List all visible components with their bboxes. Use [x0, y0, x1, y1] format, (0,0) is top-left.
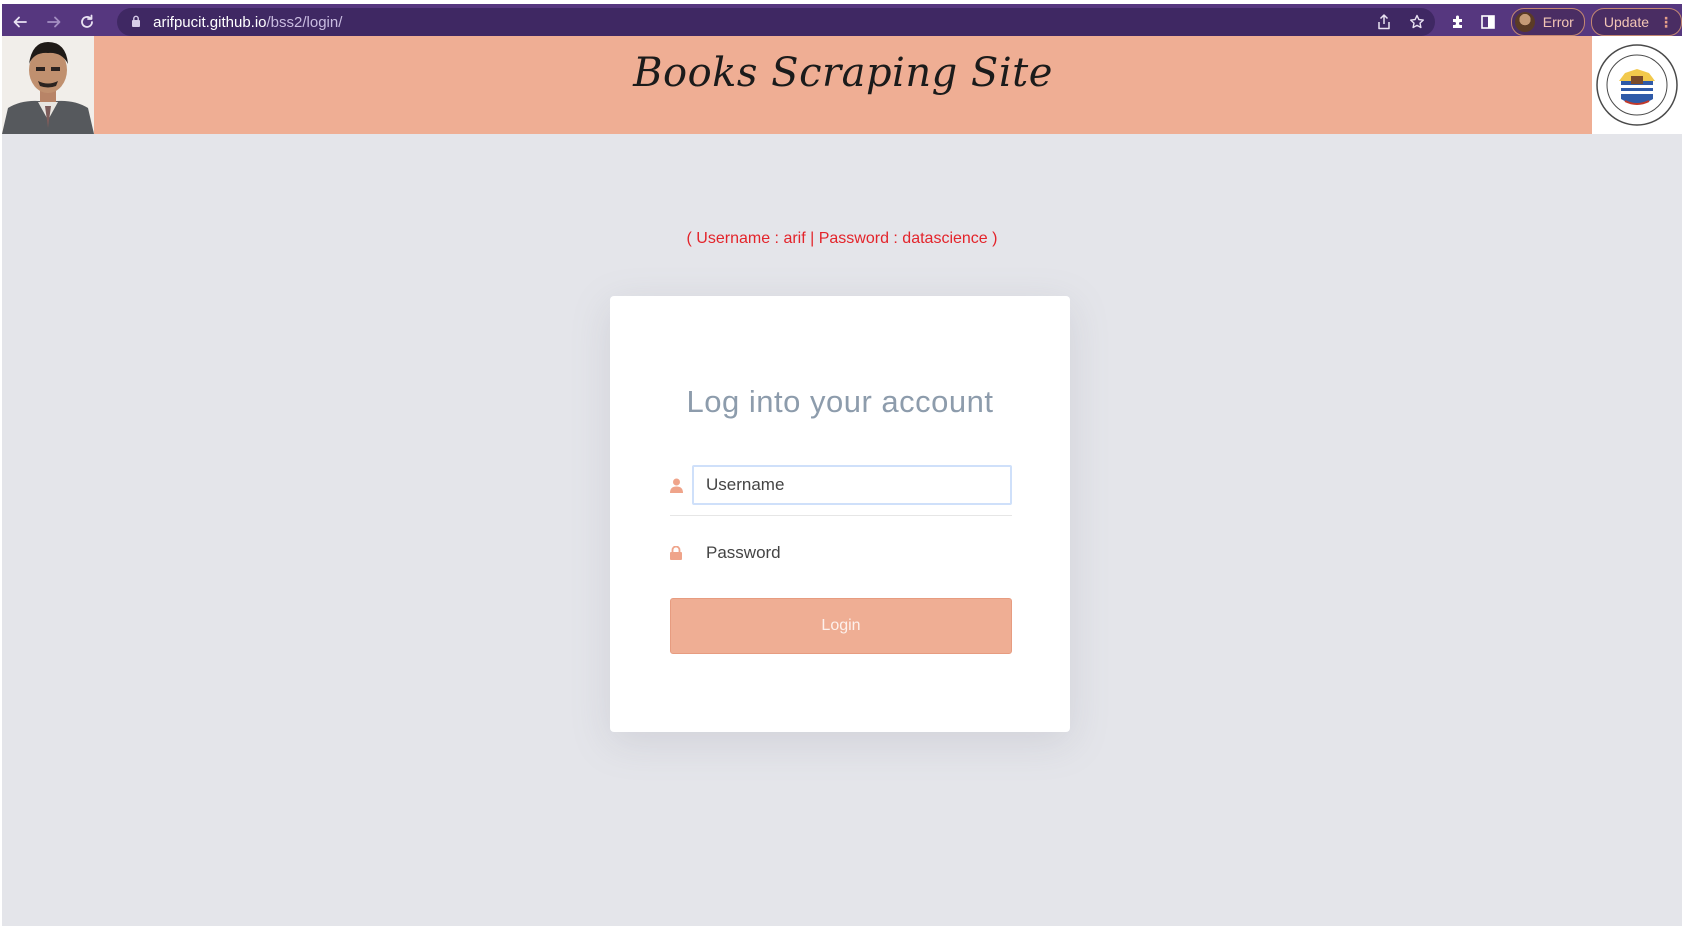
university-logo	[1592, 36, 1682, 134]
site-header: Books Scraping Site	[2, 36, 1682, 134]
user-icon	[670, 478, 692, 493]
url-path: /bss2/login/	[266, 13, 343, 31]
address-bar[interactable]: arifpucit.github.io /bss2/login/	[117, 8, 1435, 36]
main-content: ( Username : arif | Password : datascien…	[2, 134, 1682, 926]
profile-label: Error	[1542, 14, 1574, 30]
password-row	[670, 532, 1012, 574]
back-button[interactable]	[4, 6, 36, 38]
lock-icon	[131, 14, 143, 31]
back-icon	[13, 16, 27, 28]
password-input[interactable]	[692, 533, 1012, 573]
url-host: arifpucit.github.io	[153, 13, 267, 31]
forward-icon	[46, 16, 60, 28]
browser-toolbar: arifpucit.github.io /bss2/login/ Error U…	[2, 4, 1683, 40]
forward-button[interactable]	[38, 6, 70, 38]
login-card: Log into your account Login	[610, 296, 1070, 732]
author-portrait	[2, 36, 94, 134]
username-input[interactable]	[692, 465, 1012, 505]
menu-icon: ⋮	[1659, 13, 1674, 30]
avatar	[1514, 12, 1535, 32]
reload-icon	[81, 14, 94, 28]
login-title: Log into your account	[686, 384, 994, 419]
credentials-hint: ( Username : arif | Password : datascien…	[686, 230, 998, 247]
update-button[interactable]: Update ⋮	[1590, 8, 1683, 36]
login-button[interactable]: Login	[670, 598, 1012, 654]
field-divider	[670, 515, 1012, 516]
extensions-icon[interactable]	[1443, 14, 1473, 30]
star-icon[interactable]	[1409, 14, 1425, 30]
update-label: Update	[1603, 14, 1650, 30]
share-icon[interactable]	[1377, 14, 1391, 30]
username-row	[670, 464, 1012, 506]
reload-button[interactable]	[71, 6, 103, 38]
profile-button[interactable]: Error	[1510, 8, 1585, 36]
lock-field-icon	[670, 546, 692, 560]
site-title: Books Scraping Site	[633, 50, 1053, 96]
sidepanel-icon[interactable]	[1473, 14, 1503, 30]
